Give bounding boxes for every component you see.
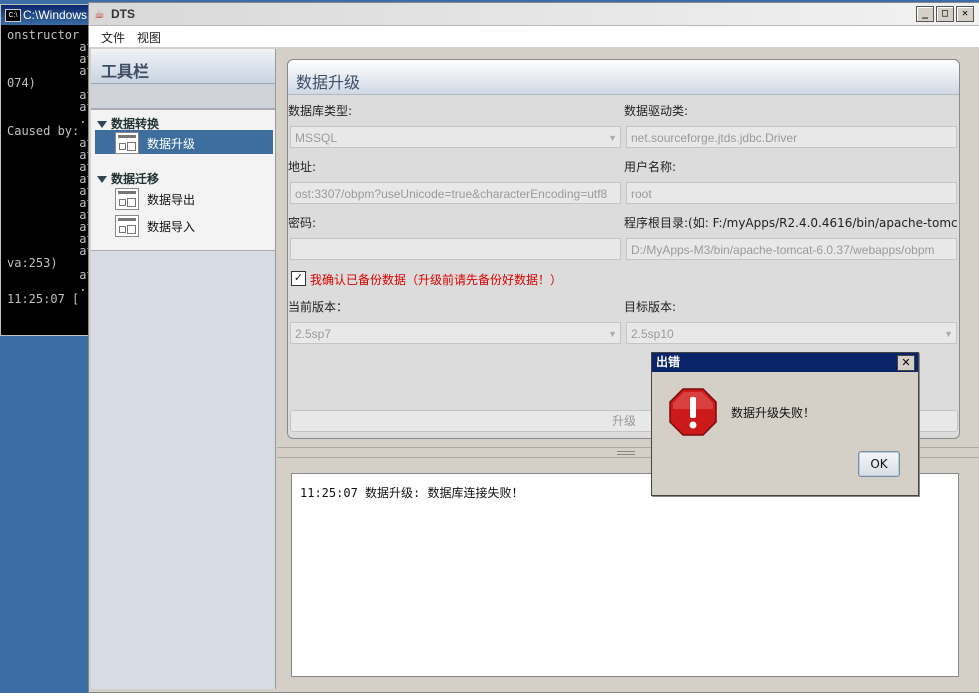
toolbar-tree: 数据转换 数据升级 数据迁移 数据导出 数据导入 bbox=[91, 109, 275, 251]
dts-window: ☕ DTS _ □ ✕ 文件 视图 工具栏 数据转换 数据升级 数据迁移 数据导… bbox=[88, 2, 979, 693]
error-dialog: 出错 ✕ 数据升级失败！ OK bbox=[651, 352, 919, 496]
tree-item-data-upgrade[interactable]: 数据升级 bbox=[95, 130, 273, 154]
expand-triangle-icon bbox=[97, 121, 107, 128]
java-app-icon: ☕ bbox=[94, 7, 105, 21]
console-title: C:\Windows bbox=[23, 8, 88, 22]
panel-title: 数据升级 bbox=[296, 73, 361, 92]
dialog-title: 出错 bbox=[656, 355, 681, 369]
log-output[interactable]: 11:25:07 数据升级: 数据库连接失败！ bbox=[291, 473, 959, 677]
address-label: 地址: bbox=[288, 160, 317, 174]
group-data-migration[interactable]: 数据迁移 bbox=[97, 170, 159, 187]
rootdir-field[interactable]: D:/MyApps-M3/bin/apache-tomcat-6.0.37/we… bbox=[626, 238, 957, 260]
tree-item-label: 数据导出 bbox=[147, 193, 196, 207]
toolbar-panel: 工具栏 数据转换 数据升级 数据迁移 数据导出 数据导入 bbox=[91, 49, 276, 689]
group-label: 数据转换 bbox=[111, 117, 160, 131]
maximize-button[interactable]: □ bbox=[936, 6, 954, 22]
username-label: 用户名称: bbox=[624, 160, 677, 174]
console-output: onstructor at at at 074) at at .. Caused… bbox=[7, 29, 93, 306]
console-titlebar[interactable]: C:\ C:\Windows bbox=[1, 5, 93, 25]
dialog-close-button[interactable]: ✕ bbox=[897, 355, 915, 371]
close-button[interactable]: ✕ bbox=[956, 6, 974, 22]
expand-triangle-icon bbox=[97, 176, 107, 183]
tree-item-label: 数据升级 bbox=[147, 137, 196, 151]
rootdir-label: 程序根目录:(如: F:/myApps/R2.4.0.4616/bin/apac… bbox=[624, 216, 957, 230]
toolbar-header: 工具栏 bbox=[91, 49, 275, 84]
current-version-select[interactable]: 2.5sp7 bbox=[290, 322, 621, 344]
window-title: DTS bbox=[111, 7, 135, 21]
driver-label: 数据驱动类: bbox=[624, 104, 689, 118]
form-icon bbox=[115, 188, 139, 210]
grip-icon bbox=[617, 451, 635, 455]
error-icon bbox=[669, 388, 717, 436]
form-icon bbox=[115, 132, 139, 154]
console-icon: C:\ bbox=[5, 9, 21, 22]
password-label: 密码: bbox=[288, 216, 317, 230]
console-window[interactable]: C:\ C:\Windows onstructor at at at 074) … bbox=[0, 4, 94, 336]
password-field[interactable] bbox=[290, 238, 621, 260]
minimize-button[interactable]: _ bbox=[916, 6, 934, 22]
menubar: 文件 视图 bbox=[89, 26, 979, 48]
dialog-titlebar[interactable]: 出错 ✕ bbox=[652, 353, 918, 372]
panel-header: 数据升级 bbox=[288, 60, 959, 95]
menu-file[interactable]: 文件 bbox=[89, 26, 131, 46]
backup-checkbox[interactable]: ✓ bbox=[291, 271, 306, 286]
ok-button[interactable]: OK bbox=[858, 451, 900, 477]
tree-item-data-export[interactable]: 数据导出 bbox=[95, 186, 273, 210]
window-titlebar[interactable]: ☕ DTS _ □ ✕ bbox=[89, 3, 979, 26]
menu-view[interactable]: 视图 bbox=[131, 26, 167, 46]
target-version-label: 目标版本: bbox=[624, 300, 677, 314]
backup-confirm-label: 我确认已备份数据（升级前请先备份好数据！） bbox=[310, 273, 563, 287]
tree-item-label: 数据导入 bbox=[147, 220, 196, 234]
log-line: 11:25:07 数据升级: 数据库连接失败！ bbox=[300, 486, 524, 500]
driver-field[interactable]: net.sourceforge.jtds.jdbc.Driver bbox=[626, 126, 957, 148]
address-field[interactable]: ost:3307/obpm?useUnicode=true&characterE… bbox=[290, 182, 621, 204]
current-version-label: 当前版本： bbox=[288, 300, 349, 314]
tree-item-data-import[interactable]: 数据导入 bbox=[95, 213, 273, 237]
target-version-select[interactable]: 2.5sp10 bbox=[626, 322, 957, 344]
form-icon bbox=[115, 215, 139, 237]
username-field[interactable]: root bbox=[626, 182, 957, 204]
db-type-label: 数据库类型: bbox=[288, 104, 353, 118]
db-type-select[interactable]: MSSQL bbox=[290, 126, 621, 148]
toolbar-spacer bbox=[91, 84, 275, 109]
dialog-message: 数据升级失败！ bbox=[731, 406, 816, 420]
toolbar-title: 工具栏 bbox=[101, 62, 150, 81]
group-label: 数据迁移 bbox=[111, 172, 160, 186]
